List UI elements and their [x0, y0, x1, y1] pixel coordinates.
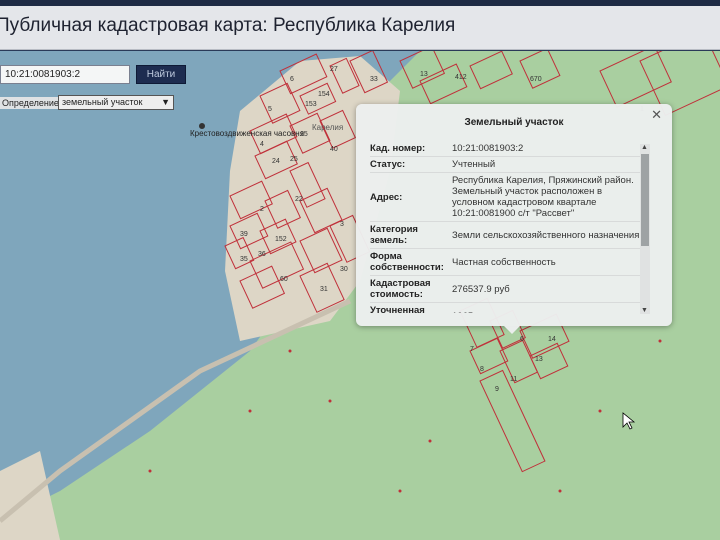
definition-label: Определение: — [0, 97, 64, 109]
parcel-number: 8 — [480, 366, 484, 373]
parcel-number: 25 — [290, 156, 298, 163]
parcel-number: 36 — [258, 251, 266, 258]
chapel-label: Крестовоздвиженская часовня — [190, 129, 305, 138]
parcel-boundary — [479, 369, 546, 473]
popup-pointer — [504, 326, 520, 334]
point-marker — [558, 489, 562, 493]
point-marker — [148, 469, 152, 473]
point-marker — [288, 349, 292, 353]
parcel-attributes: Кад. номер: 10:21:0081903:2 Статус: Учтенны… — [370, 141, 640, 313]
parcel-number: 4 — [260, 141, 264, 148]
attribute-key: Категория земель: — [370, 224, 418, 246]
attribute-value: 1065 кв.м — [452, 309, 640, 314]
attribute-value: Республика Карелия, Пряжинский район. Зе… — [452, 175, 634, 219]
point-marker — [598, 409, 602, 413]
parcel-number: 13 — [535, 356, 543, 363]
attribute-value: 10:21:0081903:2 — [452, 143, 524, 154]
parcel-number: 33 — [370, 76, 378, 83]
search-bar: Найти — [0, 65, 186, 84]
parcel-number: 6 — [290, 76, 294, 83]
parcel-number: 9 — [495, 386, 499, 393]
point-marker — [248, 409, 252, 413]
attribute-row: Уточненная площадь: 1065 кв.м — [370, 303, 640, 313]
attribute-key: Форма собственности: — [370, 251, 444, 273]
attribute-row: Статус: Учтенный — [370, 157, 640, 173]
attribute-value: Учтенный — [452, 159, 496, 170]
parcel-number: 3 — [340, 221, 344, 228]
attribute-key: Кадастровая стоимость: — [370, 278, 431, 300]
definition-select[interactable]: земельный участок ▼ — [58, 95, 174, 110]
find-button[interactable]: Найти — [136, 65, 186, 84]
parcel-number: 31 — [320, 286, 328, 293]
attribute-key: Уточненная площадь: — [370, 305, 425, 313]
parcel-number: 35 — [240, 256, 248, 263]
attribute-row: Адрес: Республика Карелия, Пряжинский рай… — [370, 173, 640, 222]
parcel-number: 30 — [340, 266, 348, 273]
page-header: Публичная кадастровая карта: Республика … — [0, 6, 720, 50]
parcel-boundary — [599, 51, 672, 108]
popup-title: Земельный участок — [464, 117, 564, 128]
scroll-thumb[interactable] — [641, 154, 649, 246]
parcel-number: 412 — [455, 74, 467, 81]
attribute-key: Адрес: — [370, 191, 403, 203]
definition-selected-value: земельный участок — [62, 97, 143, 107]
attribute-row: Категория земель: Земли сельскохозяйствен… — [370, 222, 640, 249]
parcel-number: 5 — [268, 106, 272, 113]
parcel-number: 7 — [470, 346, 474, 353]
parcel-boundary — [469, 51, 513, 90]
parcel-number: 13 — [420, 71, 428, 78]
parcel-number: 60 — [280, 276, 288, 283]
parcel-number: 6 — [520, 336, 524, 343]
parcel-number: 24 — [272, 158, 280, 165]
scroll-down-icon[interactable]: ▼ — [641, 307, 648, 314]
mouse-cursor-icon — [622, 412, 636, 430]
parcel-number: 27 — [330, 66, 338, 73]
parcel-number: 154 — [318, 91, 330, 98]
parcel-number: 40 — [330, 146, 338, 153]
parcel-number: 152 — [275, 236, 287, 243]
attribute-key: Кад. номер: — [370, 143, 426, 154]
point-marker — [398, 489, 402, 493]
parcel-info-popup: ✕ Земельный участок Кад. номер: 10:21:008… — [356, 104, 672, 334]
parcel-number: 22 — [295, 196, 303, 203]
scroll-up-icon[interactable]: ▲ — [641, 144, 648, 151]
attribute-value: 276537.9 руб — [452, 283, 510, 295]
parcel-number: 11 — [510, 376, 517, 383]
chevron-down-icon: ▼ — [161, 97, 170, 107]
attribute-value: Земли сельскохозяйственного назначения — [452, 229, 640, 241]
village-label: Карелия — [312, 123, 344, 132]
popup-scrollbar[interactable]: ▲ ▼ — [640, 144, 650, 314]
parcel-number: 153 — [305, 101, 317, 108]
parcel-number: 39 — [240, 231, 248, 238]
attribute-key: Статус: — [370, 159, 406, 170]
parcel-number: 14 — [548, 336, 556, 343]
point-marker — [428, 439, 432, 443]
attribute-value: Частная собственность — [452, 256, 556, 268]
point-marker — [658, 339, 662, 343]
attribute-row: Кадастровая стоимость: 276537.9 руб — [370, 276, 640, 303]
attribute-row: Форма собственности: Частная собственност… — [370, 249, 640, 276]
parcel-number: 2 — [260, 206, 264, 213]
page-title: Публичная кадастровая карта: Республика … — [0, 15, 456, 36]
point-marker — [328, 399, 332, 403]
attribute-row: Кад. номер: 10:21:0081903:2 — [370, 141, 640, 157]
parcel-number: 670 — [530, 76, 542, 83]
cadastral-number-input[interactable] — [0, 65, 130, 84]
